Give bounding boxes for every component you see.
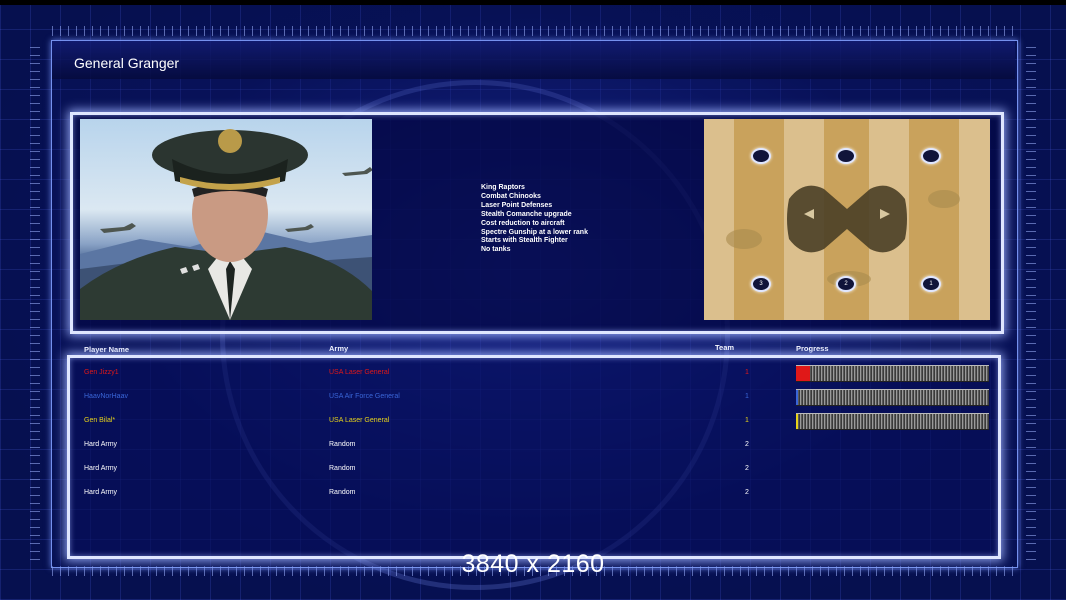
player-team: 1	[745, 417, 749, 424]
general-title: General Granger	[74, 55, 180, 71]
feature-item: Combat Chinooks	[481, 192, 541, 200]
column-header-team: Team	[715, 343, 735, 352]
feature-item: Spectre Gunship at a lower rank	[481, 228, 588, 236]
title-band	[52, 41, 1015, 79]
player-team: 2	[745, 465, 749, 472]
start-position-label: 1	[929, 281, 933, 287]
ruler-right	[1026, 40, 1036, 560]
player-name: Hard Army	[84, 441, 118, 448]
top-bar	[0, 0, 1066, 5]
start-position-label: 2	[844, 281, 848, 287]
start-position-marker[interactable]	[751, 148, 771, 164]
feature-item: King Raptors	[481, 184, 525, 191]
player-name: Hard Army	[84, 465, 118, 472]
player-army: Random	[329, 489, 356, 496]
resolution-label: 3840 x 2160	[461, 550, 605, 578]
ruler-top	[52, 26, 1014, 36]
column-header-player: Player Name	[84, 345, 130, 354]
player-team: 1	[745, 393, 749, 400]
start-position-marker[interactable]: 2	[836, 276, 856, 292]
start-position-marker[interactable]	[836, 148, 856, 164]
load-progress-bar	[796, 389, 989, 406]
feature-item: Starts with Stealth Fighter	[481, 237, 568, 245]
start-position-marker[interactable]: 1	[921, 276, 941, 292]
player-army: USA Laser General	[329, 417, 390, 424]
load-progress-fill	[796, 366, 810, 381]
start-position-marker[interactable]	[921, 148, 941, 164]
map-preview: 3 2 1	[704, 119, 990, 320]
player-army: USA Air Force General	[329, 393, 400, 400]
load-progress-bar	[796, 413, 989, 430]
load-progress-bar	[796, 365, 989, 382]
player-army: Random	[329, 465, 356, 472]
player-team: 2	[745, 441, 749, 448]
feature-item: Laser Point Defenses	[481, 201, 553, 209]
players-table-panel	[67, 355, 1001, 559]
feature-item: No tanks	[481, 246, 511, 254]
player-army: USA Laser General	[329, 369, 390, 376]
player-name: Gen Bilal*	[84, 417, 116, 424]
general-features-list: King Raptors Combat Chinooks Laser Point…	[481, 184, 588, 255]
player-team: 1	[745, 369, 749, 376]
start-position-marker[interactable]: 3	[751, 276, 771, 292]
player-name: HaavNorHaav	[84, 393, 128, 400]
player-name: Gen Jizzy1	[84, 369, 119, 376]
feature-item: Cost reduction to aircraft	[481, 219, 565, 227]
player-army: Random	[329, 441, 356, 448]
player-name: Hard Army	[84, 489, 118, 496]
start-position-label: 3	[759, 281, 763, 287]
feature-item: Stealth Comanche upgrade	[481, 210, 572, 218]
player-team: 2	[745, 489, 749, 496]
column-header-army: Army	[329, 344, 349, 353]
ruler-left	[30, 40, 40, 560]
load-progress-fill	[796, 390, 798, 405]
load-progress-fill	[796, 414, 798, 429]
column-header-progress: Progress	[796, 344, 829, 353]
general-portrait	[80, 119, 372, 320]
